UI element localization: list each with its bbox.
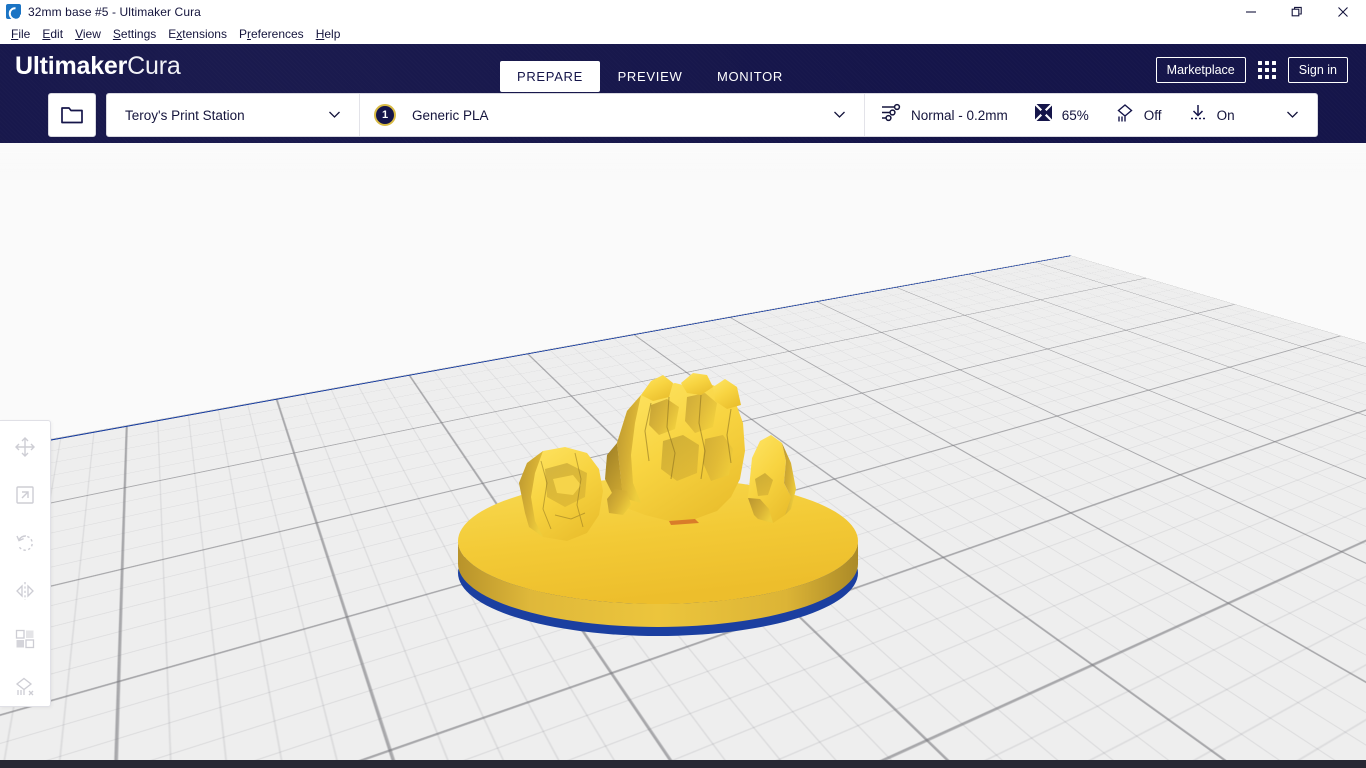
menu-accel: V — [75, 27, 83, 41]
move-icon[interactable] — [8, 430, 42, 463]
brand-bold: Ultimaker — [15, 52, 127, 80]
chevron-down-icon[interactable] — [1286, 106, 1299, 124]
support-value: Off — [1144, 108, 1162, 123]
adhesion-value: On — [1217, 108, 1235, 123]
infill-icon — [1034, 103, 1053, 127]
window-controls — [1228, 0, 1366, 23]
menu-label-file: ile — [18, 27, 30, 41]
tab-prepare[interactable]: PREPARE — [500, 61, 600, 92]
print-settings-selector[interactable]: Normal - 0.2mm 65% Off On — [864, 94, 1317, 136]
profile-setting: Normal - 0.2mm — [881, 103, 1008, 127]
cura-window: 32mm base #5 - Ultimaker Cura File Edit — [0, 0, 1366, 768]
menu-accel: S — [113, 27, 121, 41]
menu-bar: File Edit View Settings Extensions Prefe… — [0, 23, 1366, 44]
minimize-icon[interactable] — [1228, 0, 1274, 23]
material-name: Generic PLA — [412, 108, 489, 123]
adhesion-setting: On — [1188, 103, 1235, 128]
support-icon — [1115, 103, 1135, 128]
marketplace-button[interactable]: Marketplace — [1156, 57, 1246, 83]
title-bar: 32mm base #5 - Ultimaker Cura — [0, 0, 1366, 23]
mirror-icon[interactable] — [8, 574, 42, 607]
adhesion-icon — [1188, 103, 1208, 128]
menu-item-extensions[interactable]: Extensions — [162, 25, 233, 43]
support-setting: Off — [1115, 103, 1162, 128]
cura-logo-icon — [6, 4, 21, 19]
rotate-icon[interactable] — [8, 526, 42, 559]
model-3d-object[interactable] — [455, 283, 915, 733]
header-actions: Marketplace Sign in — [1156, 57, 1348, 83]
infill-setting: 65% — [1034, 103, 1089, 127]
sign-in-button[interactable]: Sign in — [1288, 57, 1348, 83]
scale-icon[interactable] — [8, 478, 42, 511]
sliders-icon — [881, 103, 902, 127]
close-icon[interactable] — [1320, 0, 1366, 23]
brand-light: Cura — [127, 52, 180, 80]
extruder-number-badge: 1 — [374, 104, 396, 126]
material-selector[interactable]: 1 Generic PLA — [359, 94, 864, 136]
grid-dots-icon[interactable] — [1258, 61, 1276, 79]
menu-item-settings[interactable]: Settings — [107, 25, 162, 43]
profile-value: Normal - 0.2mm — [911, 108, 1008, 123]
menu-item-file[interactable]: File — [5, 25, 36, 43]
printer-name: Teroy's Print Station — [125, 108, 245, 123]
chevron-down-icon[interactable] — [328, 106, 341, 124]
menu-item-preferences[interactable]: Preferences — [233, 25, 310, 43]
app-logo: UltimakerCura — [15, 52, 181, 81]
chevron-down-icon[interactable] — [833, 106, 846, 124]
restore-icon[interactable] — [1274, 0, 1320, 23]
bottom-edge-strip — [0, 760, 1366, 768]
main-tabs: PREPARE PREVIEW MONITOR — [500, 56, 800, 96]
tab-monitor[interactable]: MONITOR — [700, 61, 800, 92]
per-model-settings-icon[interactable] — [8, 622, 42, 655]
menu-item-help[interactable]: Help — [310, 25, 347, 43]
support-blocker-icon[interactable] — [8, 670, 42, 703]
tab-preview[interactable]: PREVIEW — [600, 61, 700, 92]
model-tools-sidebar — [0, 420, 51, 707]
build-plate-viewport[interactable]: Object list 32mm base #5 32.0 x 32.0 x 1… — [0, 143, 1366, 760]
window-title: 32mm base #5 - Ultimaker Cura — [28, 5, 201, 19]
menu-item-view[interactable]: View — [69, 25, 107, 43]
open-file-button[interactable] — [48, 93, 96, 137]
menu-item-edit[interactable]: Edit — [36, 25, 69, 43]
configuration-bar: Teroy's Print Station 1 Generic PLA Norm… — [106, 93, 1318, 137]
printer-selector[interactable]: Teroy's Print Station — [107, 94, 359, 136]
infill-value: 65% — [1062, 108, 1089, 123]
